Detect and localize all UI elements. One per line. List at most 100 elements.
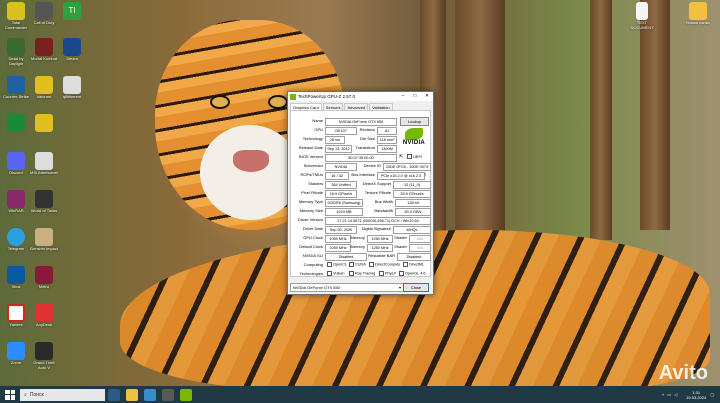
desktop-icon[interactable]: Valorant	[30, 76, 58, 99]
desktop-icon[interactable]: Call of Duty	[30, 2, 58, 25]
field-label: Device ID	[363, 163, 381, 168]
desktop-icon[interactable]: Xbox	[2, 266, 30, 289]
row-subvendor: Subvendor NVIDIA Device ID 10DE 0FC6 - 1…	[291, 162, 431, 171]
directml-checkbox: DirectML	[403, 262, 424, 267]
zoom-icon	[7, 342, 25, 360]
edge-icon[interactable]	[144, 388, 156, 401]
desktop-icon-label: AnyDesk	[35, 322, 52, 327]
network-icon[interactable]: ▭	[667, 392, 671, 397]
tab-advanced[interactable]: Advanced	[344, 103, 369, 110]
app-icon	[7, 114, 25, 132]
field-value: GDDR5 (Samsung)	[325, 199, 363, 207]
telegram-icon	[7, 228, 25, 246]
volume-icon[interactable]: ◁	[674, 392, 677, 397]
chevron-up-icon[interactable]: ˄	[662, 392, 664, 397]
field-value: N/A	[409, 244, 431, 252]
lookup-button[interactable]: Lookup	[400, 117, 429, 126]
desktop-icon[interactable]: TI	[58, 2, 86, 20]
field-label: Driver Date	[302, 226, 323, 231]
close-button[interactable]: Close	[403, 283, 429, 292]
share-icon[interactable]: ⇱	[399, 154, 403, 160]
row-technology: Technology 28 nm Die Size 118 mm²	[291, 135, 430, 144]
directcompute-checkbox: DirectCompute	[369, 262, 400, 267]
taskbar-search[interactable]: ⌕ Поиск	[20, 388, 105, 401]
desktop-icon[interactable]: Metro	[30, 266, 58, 289]
tiger-eye	[210, 95, 230, 109]
store-icon[interactable]	[162, 388, 174, 401]
field-value: Disabled	[397, 253, 431, 261]
field-value: 80.07.35.00.00	[325, 154, 397, 162]
desktop-icon[interactable]: TEXT DOCUMENT	[628, 2, 656, 30]
minimize-button[interactable]: –	[397, 92, 409, 101]
discord-icon	[7, 152, 25, 170]
field-label: GPU	[314, 127, 323, 132]
close-window-button[interactable]: ✕	[421, 92, 433, 101]
field-value: N/A	[409, 235, 431, 243]
desktop-icon[interactable]: Grand Theft Auto V	[30, 342, 58, 370]
desktop-icon[interactable]: AnyDesk	[30, 304, 58, 327]
tab-validation[interactable]: Validation	[369, 103, 393, 110]
desktop-icon[interactable]: Steam	[58, 38, 86, 61]
clock[interactable]: 1:31 19.03.2024	[686, 390, 706, 400]
field-label: Name	[312, 118, 323, 123]
field-value: 80.0 GB/s	[395, 208, 431, 216]
row-technologies: Technologies Vulkan Ray Tracing PhysX Op…	[291, 270, 430, 278]
search-placeholder: Поиск	[29, 391, 44, 398]
folder-icon	[689, 2, 707, 20]
desktop-icon[interactable]	[30, 114, 58, 132]
row-sli: NVIDIA SLI Disabled Resizable BAR Disabl…	[291, 252, 431, 261]
desktop-icon[interactable]: Discord	[2, 152, 30, 175]
desktop-icon[interactable]: Mortal Kombat	[30, 38, 58, 61]
field-label: Digital Signature	[361, 226, 391, 231]
field-label: Memory Size	[299, 208, 323, 213]
desktop-icon[interactable]: MSI Afterburner	[30, 152, 58, 175]
field-label: BIOS Version	[298, 154, 323, 159]
desktop-icon[interactable]: Dead by Daylight	[2, 38, 30, 66]
desktop-icon[interactable]: Total Commander	[2, 2, 30, 30]
file-explorer-icon[interactable]	[126, 388, 138, 401]
help-icon[interactable]: ?	[424, 172, 426, 177]
field-label: Transistors	[355, 145, 375, 150]
row-default-clock: Default Clock 1059 MHz Memory 1250 MHz S…	[291, 243, 431, 252]
desktop-icon[interactable]: Counter-Strike	[2, 76, 30, 99]
field-label: Revision	[359, 127, 375, 132]
desktop-icon[interactable]: Genshin Impact	[30, 228, 58, 251]
maximize-button[interactable]: □	[409, 92, 421, 101]
gpu-select-dropdown[interactable]: NVIDIA GeForce GTX 650 ▾	[290, 283, 404, 292]
desktop-icon-label: MSI Afterburner	[30, 170, 59, 175]
field-value: A2	[377, 127, 397, 135]
app-icon	[7, 38, 25, 56]
desktop-icon[interactable]: Telegram	[2, 228, 30, 251]
field-label: Shader	[394, 235, 407, 240]
start-button[interactable]	[5, 389, 15, 400]
search-icon: ⌕	[24, 391, 27, 398]
desktop-icon[interactable]	[2, 114, 30, 132]
app-icon	[35, 2, 53, 20]
desktop-icon[interactable]: Zoom	[2, 342, 30, 365]
title-bar[interactable]: TechPowerUp GPU-Z 2.57.0 – □ ✕	[288, 92, 433, 101]
desktop-icon-label: qBittorrent	[62, 94, 82, 99]
task-view-icon[interactable]	[108, 388, 120, 401]
field-label: Technologies	[299, 271, 323, 276]
app-icon	[35, 38, 53, 56]
desktop-icon-label: Telegram	[7, 246, 25, 251]
notifications-icon[interactable]: ▢	[710, 392, 714, 397]
uefi-checkbox[interactable]: UEFI	[407, 154, 422, 160]
app-icon	[35, 304, 53, 322]
desktop-icon[interactable]: WinRAR	[2, 190, 30, 213]
desktop-icon[interactable]: Новая папка	[684, 2, 712, 25]
app-icon	[35, 342, 53, 360]
field-label: Memory	[350, 235, 365, 240]
tiger-eye	[268, 95, 288, 109]
desktop-icon[interactable]: World of Tanks	[30, 190, 58, 213]
desktop-icon[interactable]: Yandex	[2, 304, 30, 327]
gpuz-taskbar-icon[interactable]	[180, 388, 192, 401]
tab-graphics-card[interactable]: Graphics Card	[290, 103, 322, 110]
tab-sensors[interactable]: Sensors	[322, 103, 344, 110]
desktop-icon[interactable]: qBittorrent	[58, 76, 86, 99]
row-driver-date: Driver Date Sep 30, 2020 Digital Signatu…	[291, 225, 431, 234]
desktop-icon-label: TEXT DOCUMENT	[630, 20, 654, 30]
tree-trunk	[590, 0, 612, 240]
desktop-icon-label: Zoom	[10, 360, 22, 365]
app-icon-letters: TI	[68, 6, 76, 15]
